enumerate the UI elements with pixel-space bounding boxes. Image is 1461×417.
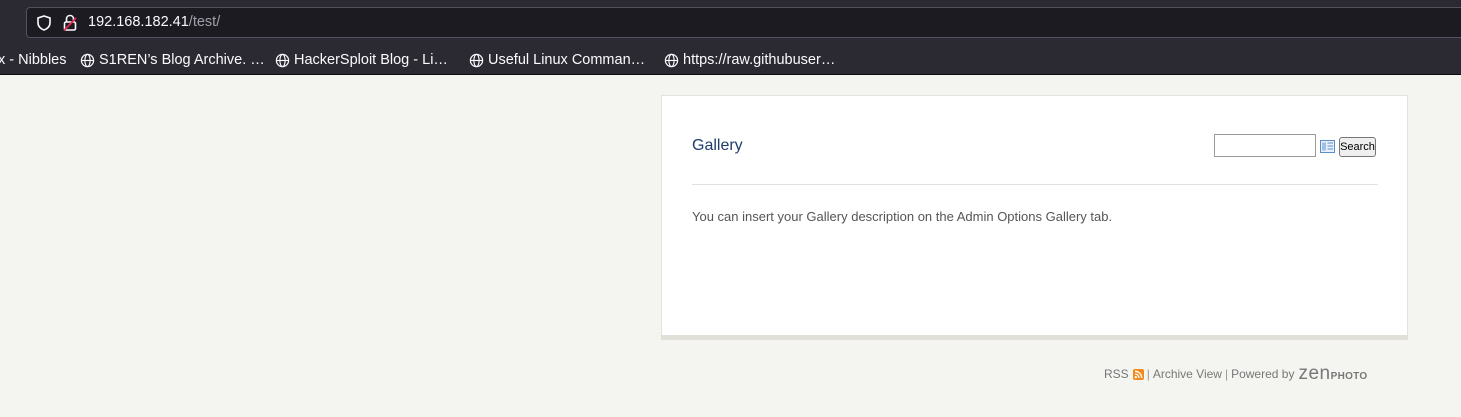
browser-chrome: 192.168.182.41/test/ x - Nibbles S1REN’s… (0, 0, 1461, 75)
search-options-icon[interactable] (1320, 140, 1335, 153)
bookmark-label: Useful Linux Comman… (488, 52, 646, 68)
bookmark-hackersploit[interactable]: HackerSploit Blog - Li… (275, 50, 448, 70)
powered-by-text: Powered by (1231, 367, 1295, 381)
card-bottom-border (661, 335, 1408, 340)
url-path: /test/ (188, 14, 221, 30)
search-button[interactable]: Search (1339, 137, 1376, 157)
archive-view-link[interactable]: Archive View (1153, 367, 1222, 381)
bookmark-label: HackerSploit Blog - Li… (294, 52, 448, 68)
bookmark-githubusercontent[interactable]: https://raw.githubuser… (664, 50, 835, 70)
shield-icon[interactable] (37, 15, 51, 31)
bookmark-linux-commands[interactable]: Useful Linux Comman… (469, 50, 645, 70)
address-bar[interactable]: 192.168.182.41/test/ (26, 7, 1461, 38)
zenphoto-logo-zen: zen (1298, 363, 1331, 384)
footer-separator: | (1146, 367, 1150, 381)
rss-icon[interactable] (1132, 368, 1144, 380)
search-input[interactable] (1214, 134, 1316, 157)
globe-icon (664, 53, 679, 67)
bookmark-nibbles[interactable]: x - Nibbles (0, 50, 67, 70)
divider (692, 184, 1378, 185)
zenphoto-logo[interactable]: zen PHOTO (1298, 363, 1367, 385)
rss-link[interactable]: RSS (1104, 367, 1129, 381)
globe-icon (275, 53, 290, 67)
insecure-lock-icon[interactable] (63, 14, 77, 31)
gallery-card: Gallery Search You can insert your Galle… (661, 95, 1408, 336)
zenphoto-logo-photo: PHOTO (1330, 371, 1368, 382)
bookmarks-toolbar: x - Nibbles S1REN’s Blog Archive. … Hack… (0, 44, 1461, 74)
bookmark-label: S1REN’s Blog Archive. … (99, 52, 265, 68)
globe-icon (469, 53, 484, 67)
url-text[interactable]: 192.168.182.41/test/ (88, 14, 220, 30)
footer: RSS | Archive View | Powered by zen PHOT… (1104, 363, 1367, 385)
bookmark-label: x - Nibbles (0, 52, 67, 68)
footer-separator: | (1224, 367, 1229, 381)
globe-icon (80, 53, 95, 67)
gallery-description: You can insert your Gallery description … (692, 209, 1113, 224)
chrome-divider (0, 74, 1461, 75)
gallery-title[interactable]: Gallery (692, 137, 743, 155)
url-host: 192.168.182.41 (88, 14, 189, 30)
bookmark-label: https://raw.githubuser… (683, 52, 836, 68)
bookmark-siren-blog[interactable]: S1REN’s Blog Archive. … (80, 50, 265, 70)
